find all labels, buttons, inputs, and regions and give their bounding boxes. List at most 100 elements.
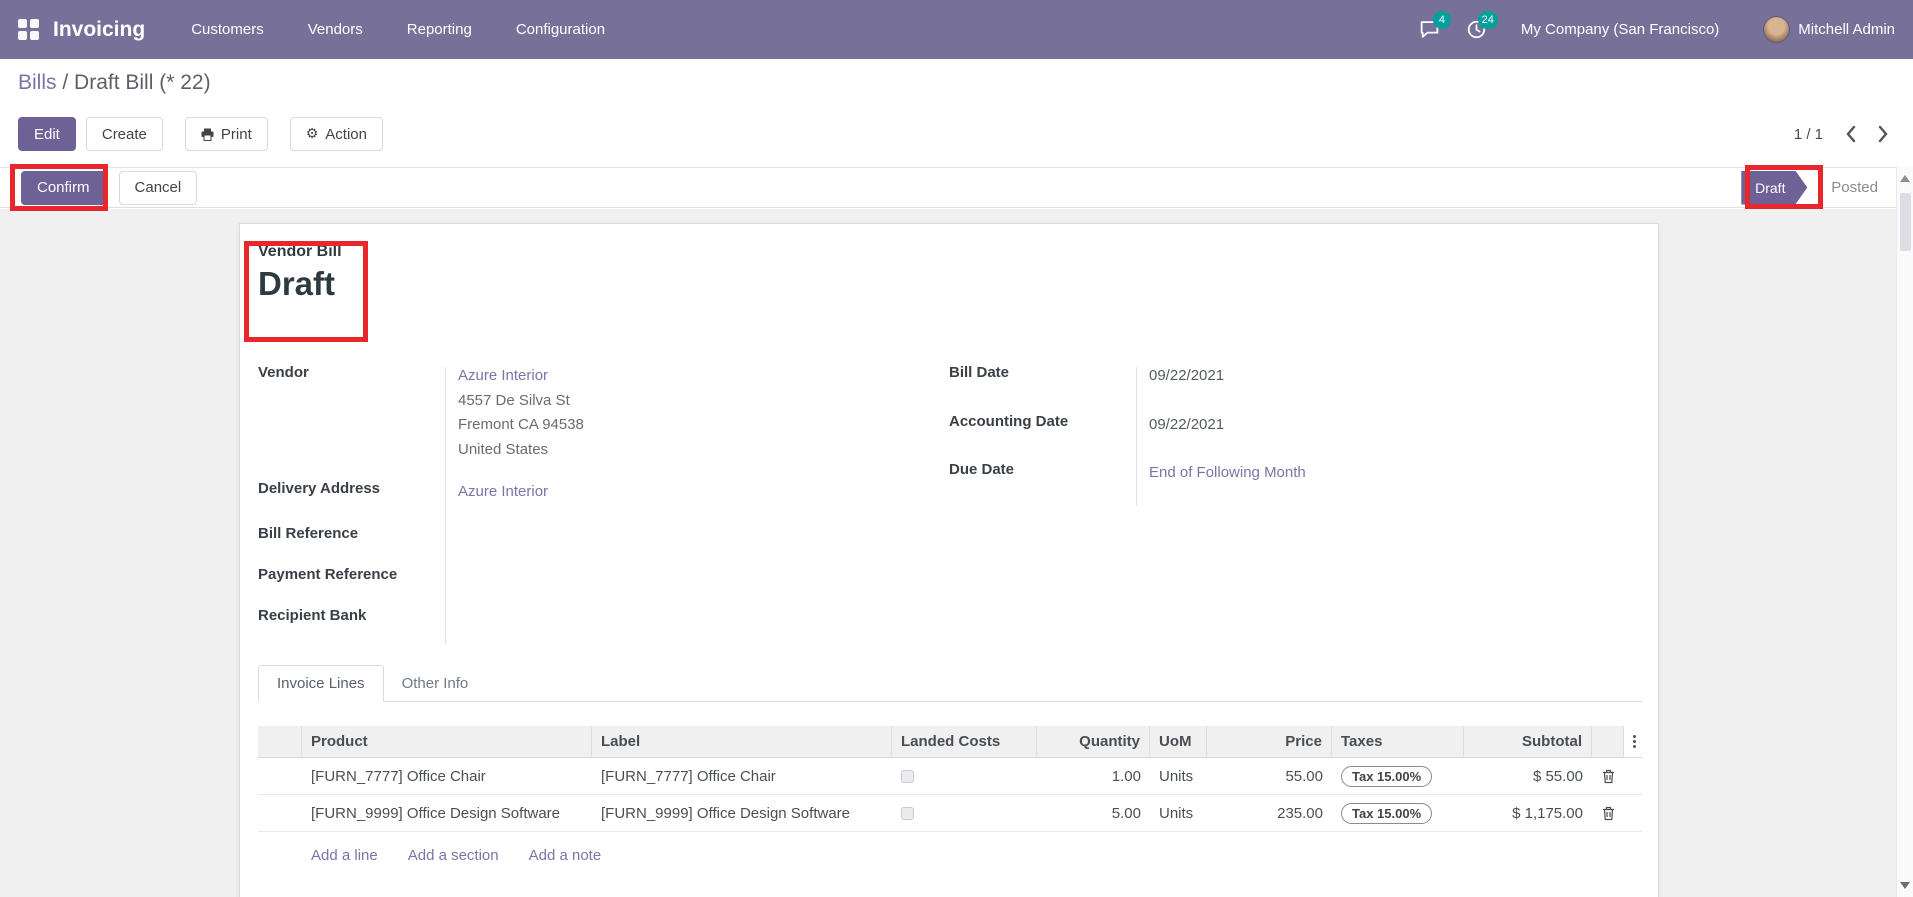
form-statusbar: Confirm Cancel Draft Posted <box>0 167 1896 208</box>
user-menu[interactable]: Mitchell Admin <box>1763 16 1895 43</box>
tab-other-info[interactable]: Other Info <box>384 666 487 701</box>
recipient-bank-value[interactable] <box>445 607 458 628</box>
app-name[interactable]: Invoicing <box>53 18 145 42</box>
pager-previous-button[interactable] <box>1845 125 1856 143</box>
row-product[interactable]: [FURN_7777] Office Chair <box>302 758 592 794</box>
nav-vendors[interactable]: Vendors <box>308 21 363 38</box>
row-uom[interactable]: Units <box>1150 758 1207 794</box>
label-column-header[interactable]: Label <box>592 726 892 757</box>
delete-line-button[interactable] <box>1602 769 1615 784</box>
payment-reference-label: Payment Reference <box>258 565 398 583</box>
cancel-button[interactable]: Cancel <box>118 170 198 205</box>
confirm-button[interactable]: Confirm <box>21 170 106 205</box>
field-separator-line <box>445 367 446 644</box>
tax-pill[interactable]: Tax 15.00% <box>1341 802 1433 824</box>
subtotal-column-header[interactable]: Subtotal <box>1464 726 1592 757</box>
chevron-left-icon <box>1846 125 1856 143</box>
navbar-systray: 4 24 My Company (San Francisco) Mitchell… <box>1419 11 1895 43</box>
vertical-scrollbar[interactable] <box>1896 167 1913 897</box>
edit-button[interactable]: Edit <box>18 117 76 151</box>
invoice-line-row-1: [FURN_7777] Office Chair [FURN_7777] Off… <box>258 758 1642 795</box>
uom-column-header[interactable]: UoM <box>1150 726 1207 757</box>
row-uom[interactable]: Units <box>1150 795 1207 831</box>
trash-icon <box>1602 769 1614 783</box>
printer-icon <box>201 128 214 141</box>
row-quantity[interactable]: 1.00 <box>1037 758 1150 794</box>
tab-invoice-lines[interactable]: Invoice Lines <box>258 665 384 702</box>
nav-configuration[interactable]: Configuration <box>516 21 605 38</box>
messages-button[interactable]: 4 <box>1419 11 1451 40</box>
add-a-line-link[interactable]: Add a line <box>311 847 378 864</box>
table-header: Product Label Landed Costs Quantity UoM … <box>258 726 1642 758</box>
nav-customers[interactable]: Customers <box>191 21 264 38</box>
vendor-link[interactable]: Azure Interior <box>458 367 548 384</box>
pager: 1 / 1 <box>1794 125 1889 143</box>
chevron-right-icon <box>1878 125 1888 143</box>
row-label[interactable]: [FURN_7777] Office Chair <box>592 758 892 794</box>
action-button[interactable]: ⚙ Action <box>289 117 383 151</box>
bill-reference-value[interactable] <box>445 525 458 546</box>
pager-next-button[interactable] <box>1878 125 1889 143</box>
accounting-date-value[interactable]: 09/22/2021 <box>1136 413 1224 438</box>
user-avatar <box>1763 16 1791 43</box>
delivery-address-link[interactable]: Azure Interior <box>458 483 548 500</box>
scroll-down-arrow-icon[interactable] <box>1900 882 1910 889</box>
table-footer-links: Add a line Add a section Add a note <box>258 832 1642 864</box>
activities-button[interactable]: 24 <box>1466 11 1498 40</box>
payment-reference-value[interactable] <box>445 566 458 587</box>
scrollbar-thumb[interactable] <box>1900 193 1911 251</box>
field-bill-date: Bill Date 09/22/2021 <box>949 364 1569 389</box>
quantity-column-header[interactable]: Quantity <box>1037 726 1150 757</box>
nav-reporting[interactable]: Reporting <box>407 21 472 38</box>
row-subtotal: $ 55.00 <box>1532 767 1583 785</box>
tax-pill[interactable]: Tax 15.00% <box>1341 765 1433 787</box>
bill-date-value[interactable]: 09/22/2021 <box>1136 364 1224 389</box>
messages-badge: 4 <box>1432 11 1451 29</box>
taxes-column-header[interactable]: Taxes <box>1332 726 1464 757</box>
status-draft[interactable]: Draft <box>1741 171 1807 205</box>
gear-icon: ⚙ <box>305 126 319 142</box>
company-switcher[interactable]: My Company (San Francisco) <box>1521 21 1719 38</box>
handle-column-header <box>258 726 302 757</box>
bill-reference-label: Bill Reference <box>258 524 359 542</box>
landed-costs-checkbox[interactable] <box>901 769 914 783</box>
product-column-header[interactable]: Product <box>302 726 592 757</box>
trash-column-header <box>1592 726 1624 757</box>
vendor-value: Azure Interior 4557 De Silva St Fremont … <box>445 364 584 462</box>
accounting-date-label: Accounting Date <box>949 412 1069 430</box>
field-bill-reference: Bill Reference <box>258 525 898 546</box>
status-widget: Draft Posted <box>1741 171 1896 205</box>
create-button[interactable]: Create <box>85 117 163 151</box>
field-delivery-address: Delivery Address Azure Interior <box>258 480 898 505</box>
vendor-label: Vendor <box>258 364 309 381</box>
document-type-label: Vendor Bill <box>258 243 342 260</box>
breadcrumb: Bills / Draft Bill (* 22) <box>18 71 211 95</box>
vendor-city: Fremont CA 94538 <box>458 416 584 433</box>
row-handle[interactable] <box>258 758 302 794</box>
row-handle[interactable] <box>258 795 302 831</box>
breadcrumb-current: Draft Bill (* 22) <box>74 71 211 94</box>
add-a-section-link[interactable]: Add a section <box>408 847 499 864</box>
print-button[interactable]: Print <box>184 117 268 151</box>
optional-columns-header[interactable] <box>1624 726 1642 757</box>
due-date-label: Due Date <box>949 461 1015 478</box>
bill-sheet: Vendor Bill Draft Vendor Azure Interior … <box>239 223 1659 897</box>
landed-costs-checkbox[interactable] <box>901 806 914 820</box>
row-price[interactable]: 235.00 <box>1207 795 1332 831</box>
scroll-up-arrow-icon[interactable] <box>1900 175 1910 182</box>
landed-costs-column-header[interactable]: Landed Costs <box>892 726 1037 757</box>
delete-line-button[interactable] <box>1602 806 1615 821</box>
row-price[interactable]: 55.00 <box>1207 758 1332 794</box>
add-a-note-link[interactable]: Add a note <box>529 847 602 864</box>
price-column-header[interactable]: Price <box>1207 726 1332 757</box>
row-label[interactable]: [FURN_9999] Office Design Software <box>592 795 892 831</box>
apps-grid-icon[interactable] <box>18 19 39 40</box>
due-date-terms-link[interactable]: End of Following Month <box>1149 464 1306 481</box>
recipient-bank-label: Recipient Bank <box>258 606 367 624</box>
vendor-street: 4557 De Silva St <box>458 391 570 409</box>
breadcrumb-bills-link[interactable]: Bills <box>18 71 57 94</box>
status-posted[interactable]: Posted <box>1831 179 1878 196</box>
row-quantity[interactable]: 5.00 <box>1037 795 1150 831</box>
user-name: Mitchell Admin <box>1798 21 1895 38</box>
row-product[interactable]: [FURN_9999] Office Design Software <box>302 795 592 831</box>
